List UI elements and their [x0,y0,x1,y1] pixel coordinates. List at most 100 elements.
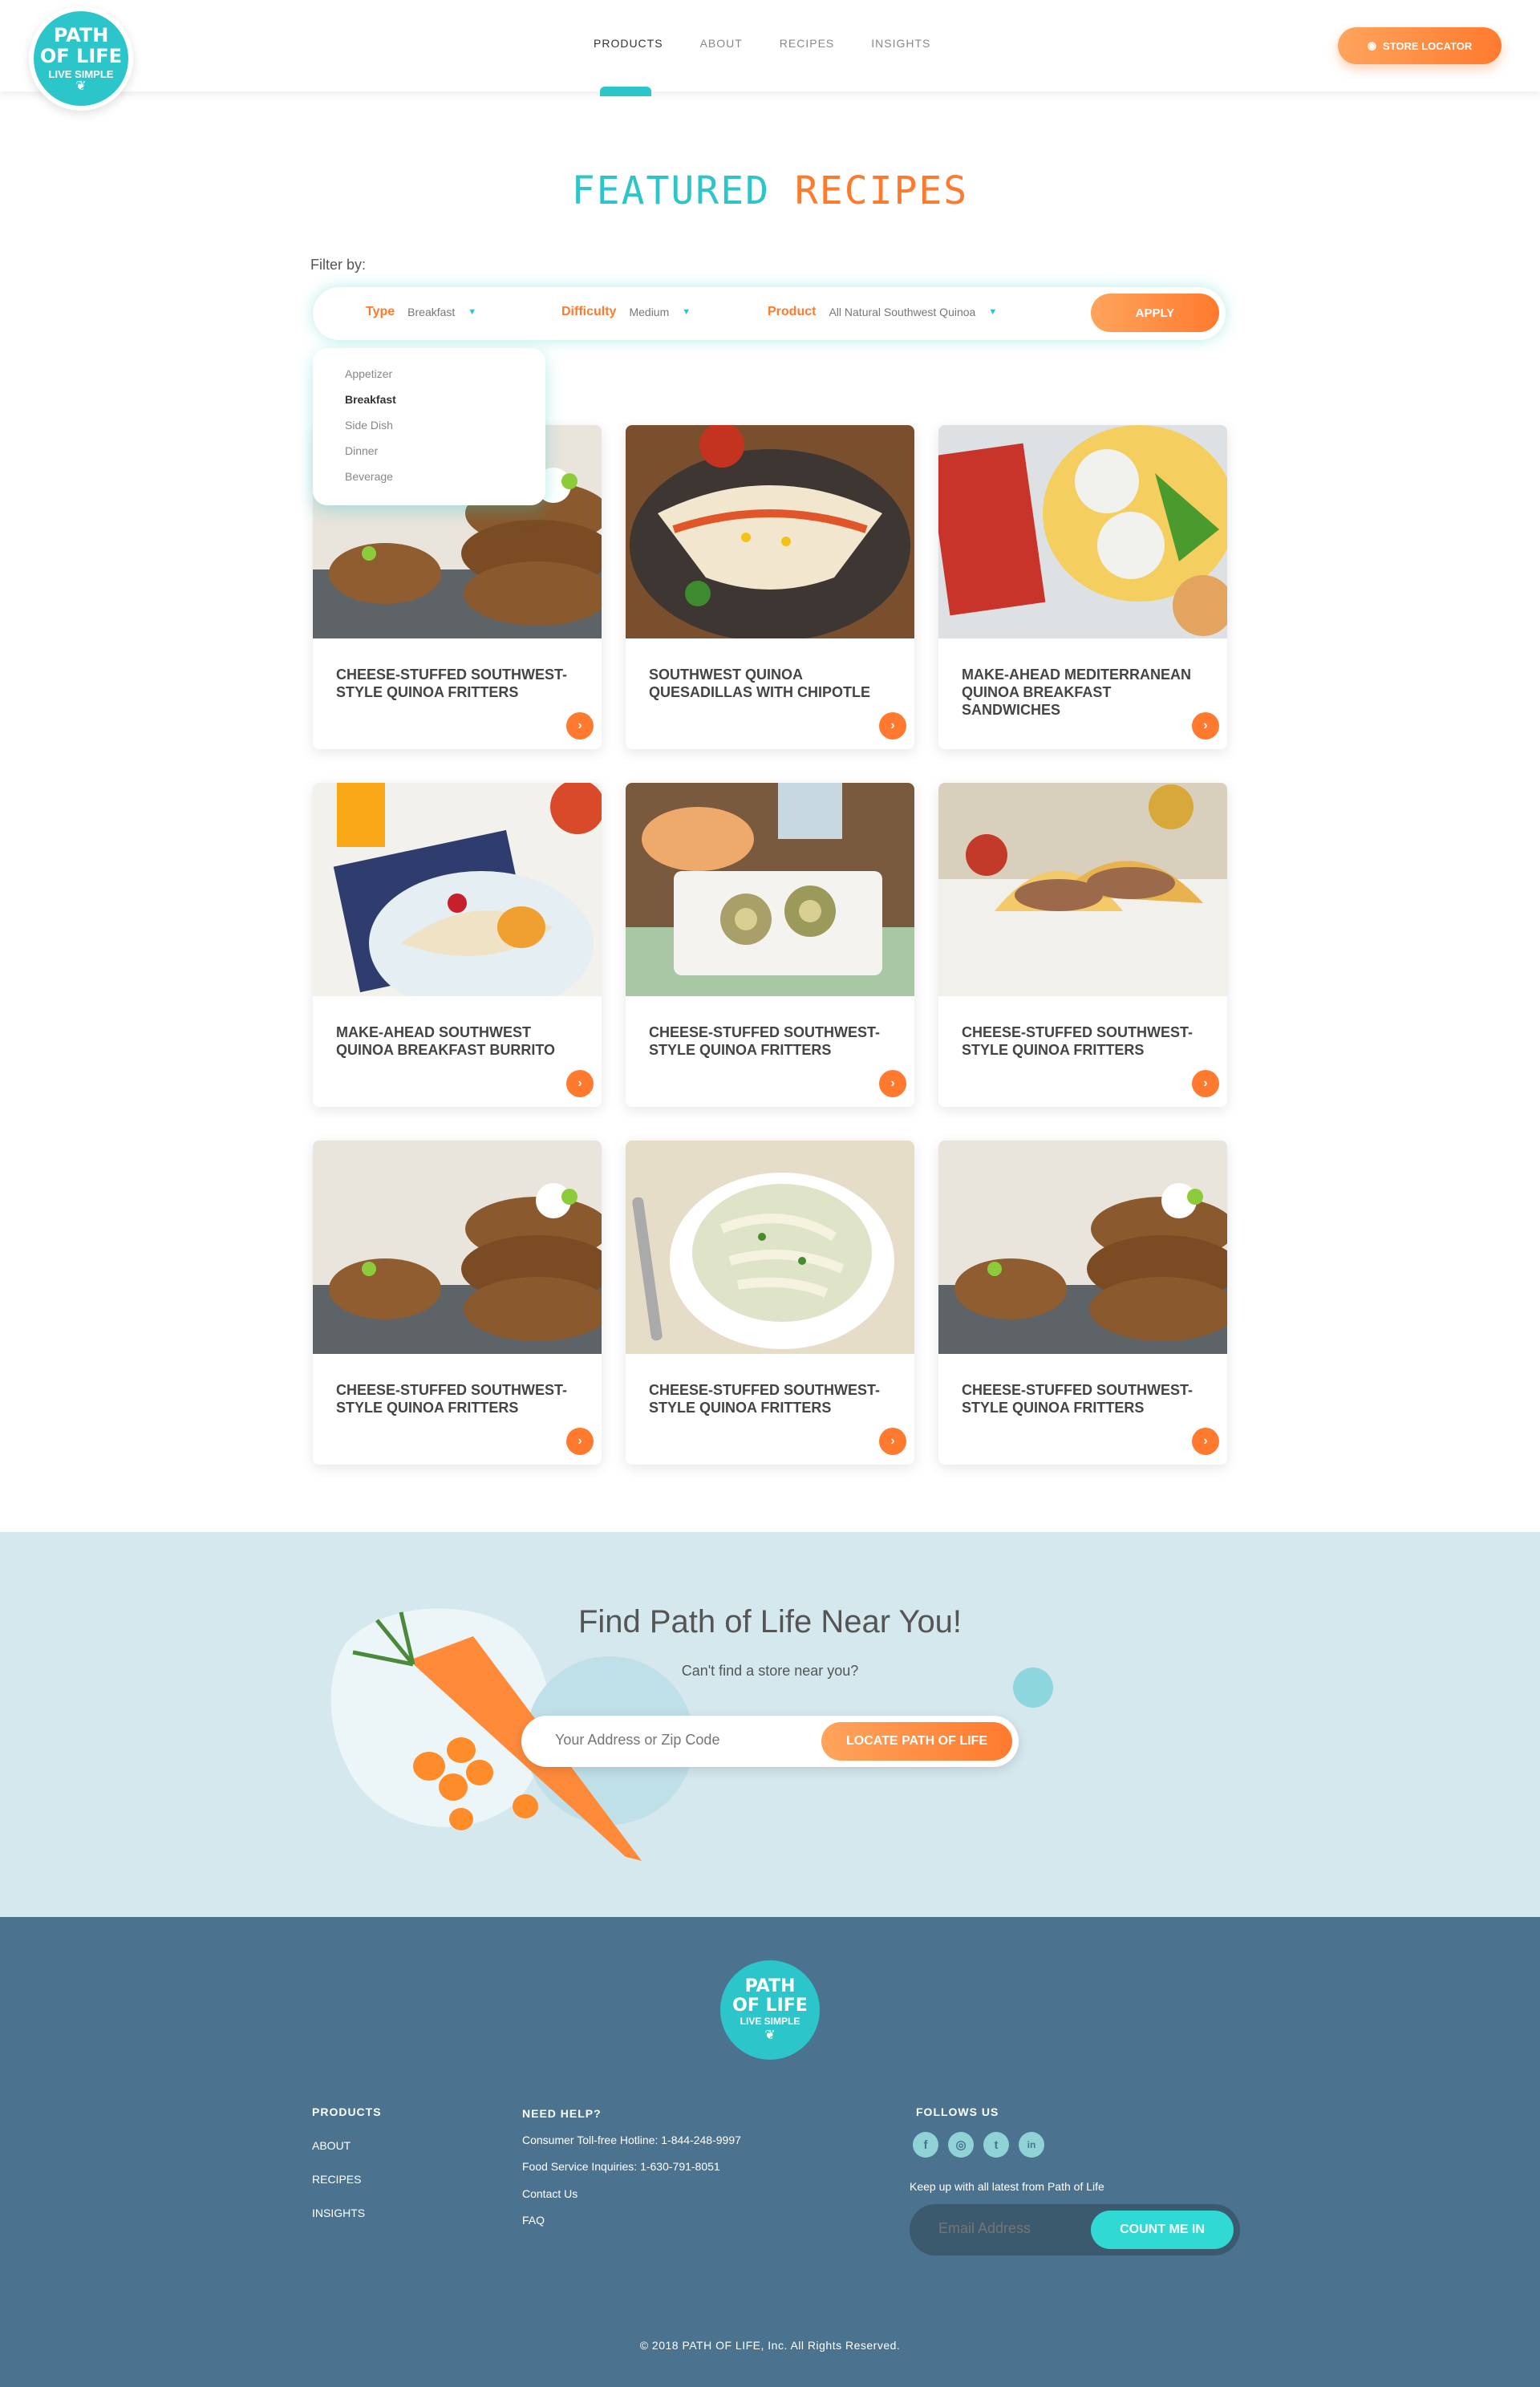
recipe-image[interactable] [626,783,914,996]
caret-down-icon: ▼ [682,307,691,317]
recipe-card[interactable]: CHEESE-STUFFED SOUTHWEST-STYLE QUINOA FR… [626,783,914,1107]
difficulty-filter-value: Medium [629,306,670,318]
recipe-photo [626,425,914,638]
email-input[interactable] [938,2220,1083,2237]
dropdown-option-dinner[interactable]: Dinner [345,444,545,470]
recipe-image[interactable] [626,425,914,638]
featured-recipes-title: FEATURED RECIPES [0,168,1540,213]
store-search-form: LOCATE PATH OF LIFE [521,1716,1019,1767]
type-filter[interactable]: Type Breakfast ▼ [366,305,476,319]
leaf-icon: ❦ [75,79,87,93]
leaf-icon: ❦ [764,2028,776,2042]
store-locator-button[interactable]: ◉ STORE LOCATOR [1338,27,1502,64]
chevron-right-icon[interactable]: › [879,1070,906,1097]
footer-logo[interactable]: PATH OF LIFE LIVE SIMPLE ❦ [720,1960,820,2060]
type-filter-label: Type [366,305,395,318]
twitter-icon[interactable]: t [983,2132,1009,2158]
recipe-photo [626,783,914,996]
count-me-in-button[interactable]: COUNT ME IN [1091,2211,1234,2249]
footer-logo-line2: OF LIFE [732,1996,808,2016]
logo-tagline: LIVE SIMPLE [48,67,114,80]
faq-link[interactable]: FAQ [522,2214,545,2227]
store-locator-label: STORE LOCATOR [1383,39,1473,52]
contact-us-link[interactable]: Contact Us [522,2187,578,2200]
dropdown-option-side-dish[interactable]: Side Dish [345,419,545,444]
find-subtitle: Can't find a store near you? [681,1663,859,1679]
locate-button[interactable]: LOCATE PATH OF LIFE [821,1722,1012,1761]
recipe-title[interactable]: SOUTHWEST QUINOA QUESADILLAS WITH CHIPOT… [649,666,890,701]
recipe-title[interactable]: CHEESE-STUFFED SOUTHWEST-STYLE QUINOA FR… [649,1381,890,1416]
product-filter[interactable]: Product All Natural Southwest Quinoa ▼ [768,305,997,319]
nav-active-indicator [600,87,651,96]
address-input[interactable] [555,1732,796,1749]
dropdown-option-breakfast[interactable]: Breakfast [345,393,545,419]
difficulty-filter-label: Difficulty [561,305,617,318]
facebook-icon[interactable]: f [913,2132,938,2158]
recipe-card[interactable]: SOUTHWEST QUINOA QUESADILLAS WITH CHIPOT… [626,425,914,749]
title-part2: RECIPES [794,168,969,213]
recipe-image[interactable] [938,425,1227,638]
logo-line1: PATH [53,23,109,47]
logo[interactable]: PATH OF LIFE LIVE SIMPLE ❦ [29,6,133,111]
recipe-title[interactable]: MAKE-AHEAD MEDITERRANEAN QUINOA BREAKFAS… [962,666,1202,719]
dropdown-option-beverage[interactable]: Beverage [345,470,545,496]
chevron-right-icon[interactable]: › [566,1070,594,1097]
footer-link-insights[interactable]: INSIGHTS [312,2207,365,2219]
chevron-right-icon[interactable]: › [1192,1070,1219,1097]
recipe-title[interactable]: MAKE-AHEAD SOUTHWEST QUINOA BREAKFAST BU… [336,1023,577,1059]
recipe-photo [313,1141,602,1354]
recipe-image[interactable] [626,1141,914,1354]
food-service-link[interactable]: Food Service Inquiries: 1-630-791-8051 [522,2160,720,2173]
dropdown-option-appetizer[interactable]: Appetizer [345,367,545,393]
chevron-right-icon[interactable]: › [1192,712,1219,740]
apply-button[interactable]: APPLY [1091,294,1219,332]
difficulty-filter[interactable]: Difficulty Medium ▼ [561,305,691,319]
chevron-right-icon[interactable]: › [879,712,906,740]
chevron-right-icon[interactable]: › [566,1428,594,1455]
recipe-title[interactable]: CHEESE-STUFFED SOUTHWEST-STYLE QUINOA FR… [962,1381,1202,1416]
recipe-image[interactable] [938,1141,1227,1354]
title-part1: FEATURED [571,168,770,213]
chevron-right-icon[interactable]: › [879,1428,906,1455]
recipe-title[interactable]: CHEESE-STUFFED SOUTHWEST-STYLE QUINOA FR… [962,1023,1202,1059]
product-filter-value: All Natural Southwest Quinoa [829,306,976,318]
recipe-card[interactable]: CHEESE-STUFFED SOUTHWEST-STYLE QUINOA FR… [626,1141,914,1465]
recipe-card[interactable]: CHEESE-STUFFED SOUTHWEST-STYLE QUINOA FR… [938,783,1227,1107]
keep-up-text: Keep up with all latest from Path of Lif… [910,2180,1104,2193]
recipe-title[interactable]: CHEESE-STUFFED SOUTHWEST-STYLE QUINOA FR… [649,1023,890,1059]
recipe-photo [938,425,1227,638]
newsletter-form: COUNT ME IN [910,2204,1240,2255]
recipe-photo [626,1141,914,1354]
instagram-icon[interactable]: ◎ [948,2132,974,2158]
footer-link-recipes[interactable]: RECIPES [312,2173,361,2186]
recipe-image[interactable] [313,783,602,996]
type-filter-value: Breakfast [407,306,456,318]
recipe-photo [313,783,602,996]
recipe-title[interactable]: CHEESE-STUFFED SOUTHWEST-STYLE QUINOA FR… [336,1381,577,1416]
logo-line2: OF LIFE [39,44,123,67]
recipe-title[interactable]: CHEESE-STUFFED SOUTHWEST-STYLE QUINOA FR… [336,666,577,701]
recipe-image[interactable] [938,783,1227,996]
product-filter-label: Product [768,305,817,318]
recipe-card[interactable]: MAKE-AHEAD MEDITERRANEAN QUINOA BREAKFAS… [938,425,1227,749]
recipe-card[interactable]: MAKE-AHEAD SOUTHWEST QUINOA BREAKFAST BU… [313,783,602,1107]
nav-products[interactable]: PRODUCTS [594,37,663,50]
footer-link-products[interactable]: PRODUCTS [312,2105,382,2118]
recipe-image[interactable] [313,1141,602,1354]
chevron-right-icon[interactable]: › [566,712,594,740]
follow-us-heading: FOLLOWS US [916,2105,999,2118]
footer-logo-tagline: LIVE SIMPLE [740,2016,800,2027]
filter-bar: Type Breakfast ▼ Difficulty Medium ▼ Pro… [313,287,1226,340]
nav-insights[interactable]: INSIGHTS [871,37,930,50]
nav-recipes[interactable]: RECIPES [780,37,834,50]
hotline-link[interactable]: Consumer Toll-free Hotline: 1-844-248-99… [522,2134,741,2146]
nav-about[interactable]: ABOUT [700,37,743,50]
linkedin-icon[interactable]: in [1019,2132,1044,2158]
recipe-card[interactable]: CHEESE-STUFFED SOUTHWEST-STYLE QUINOA FR… [938,1141,1227,1465]
chevron-right-icon[interactable]: › [1192,1428,1219,1455]
caret-down-icon: ▼ [988,307,998,317]
recipe-card[interactable]: CHEESE-STUFFED SOUTHWEST-STYLE QUINOA FR… [313,1141,602,1465]
footer-link-about[interactable]: ABOUT [312,2139,351,2152]
caret-down-icon: ▼ [468,307,477,317]
copyright: © 2018 PATH OF LIFE, Inc. All Rights Res… [639,2339,901,2352]
